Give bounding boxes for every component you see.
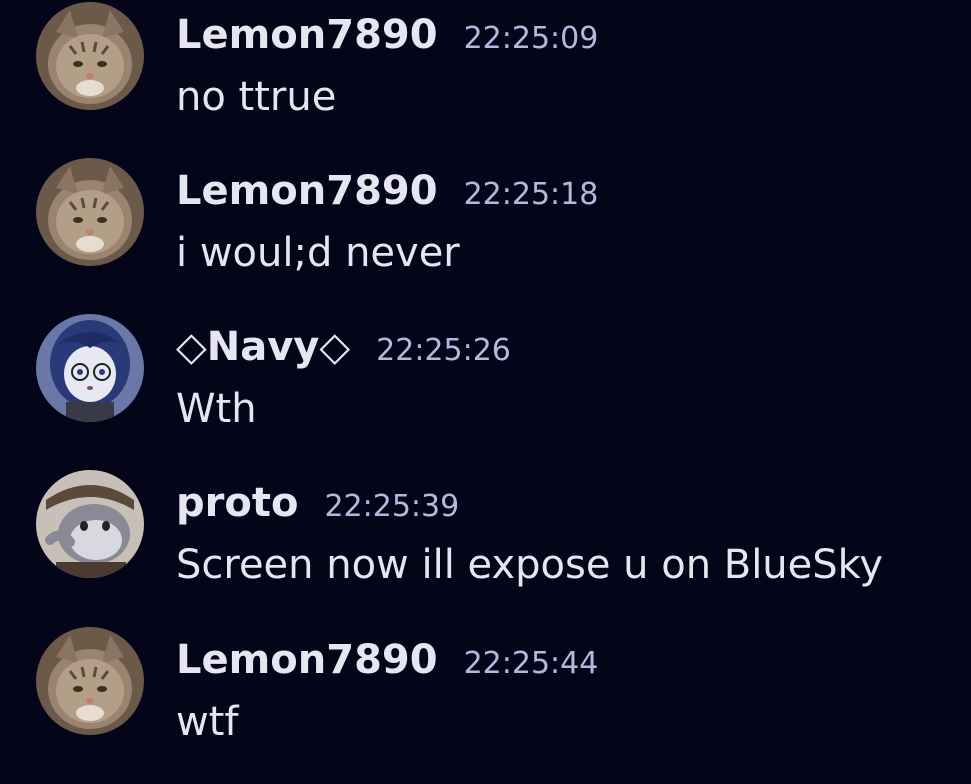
chat-message: Lemon7890 22:25:18 i woul;d never xyxy=(0,158,971,308)
cat-avatar[interactable] xyxy=(36,627,144,735)
timestamp: 22:25:18 xyxy=(463,177,599,212)
message-text: Wth xyxy=(176,386,257,432)
timestamp: 22:25:26 xyxy=(376,333,511,368)
username[interactable]: Lemon7890 xyxy=(176,168,438,214)
anime-girl-avatar[interactable] xyxy=(36,314,144,422)
username[interactable]: ◇Navy◇ xyxy=(176,324,350,370)
chat-message: proto 22:25:39 Screen now ill expose u o… xyxy=(0,470,971,620)
cat-avatar[interactable] xyxy=(36,158,144,266)
message-text: i woul;d never xyxy=(176,230,460,276)
chat-message: Lemon7890 22:25:44 wtf xyxy=(0,627,971,777)
timestamp: 22:25:39 xyxy=(324,489,460,524)
timestamp: 22:25:44 xyxy=(463,646,599,681)
chat-message: Lemon7890 22:25:09 no ttrue xyxy=(0,2,971,152)
username[interactable]: proto xyxy=(176,480,298,526)
message-text: Screen now ill expose u on BlueSky xyxy=(176,542,884,588)
message-header: ◇Navy◇ 22:25:26 xyxy=(176,324,511,372)
timestamp: 22:25:09 xyxy=(463,21,599,56)
message-header: proto 22:25:39 xyxy=(176,480,459,528)
message-header: Lemon7890 22:25:44 xyxy=(176,637,598,685)
message-text: wtf xyxy=(176,699,239,745)
chat-message-list: Lemon7890 22:25:09 no ttrue Lemon7890 22… xyxy=(0,0,971,784)
cartoon-creature-avatar[interactable] xyxy=(36,470,144,578)
message-header: Lemon7890 22:25:09 xyxy=(176,12,598,60)
username[interactable]: Lemon7890 xyxy=(176,12,438,58)
message-header: Lemon7890 22:25:18 xyxy=(176,168,598,216)
cat-avatar[interactable] xyxy=(36,2,144,110)
username[interactable]: Lemon7890 xyxy=(176,637,438,683)
chat-message: ◇Navy◇ 22:25:26 Wth xyxy=(0,314,971,464)
message-text: no ttrue xyxy=(176,74,337,120)
